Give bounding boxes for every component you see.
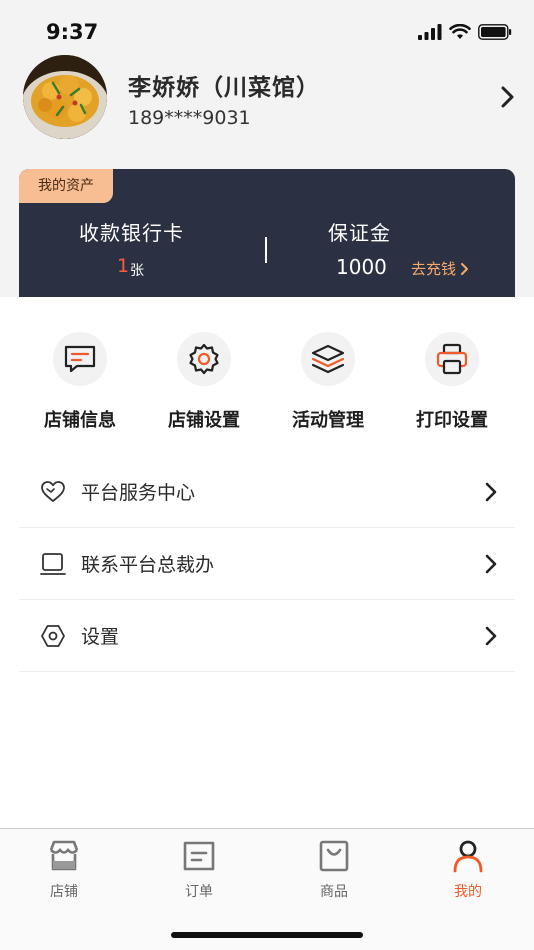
gear-icon [177, 332, 231, 386]
tab-label: 商品 [320, 884, 348, 900]
store-name: 李娇娇（川菜馆） [128, 75, 320, 101]
chevron-right-icon[interactable] [494, 83, 520, 111]
layers-icon [301, 332, 355, 386]
assets-card: 我的资产 收款银行卡 1 张 保证金 1000 去充钱 [19, 169, 515, 297]
chevron-right-icon [485, 482, 497, 501]
laptop-icon [39, 550, 67, 578]
food-photo-icon [23, 55, 107, 139]
shortcut-activity-management[interactable]: 活动管理 [268, 332, 388, 432]
heart-icon [39, 478, 67, 506]
assets-tag: 我的资产 [19, 169, 113, 203]
deposit-label: 保证金 [328, 221, 391, 245]
shortcut-label: 店铺信息 [44, 410, 116, 431]
tab-store[interactable]: 店铺 [14, 839, 114, 901]
tab-mine[interactable]: 我的 [418, 839, 518, 901]
shortcut-store-settings[interactable]: 店铺设置 [144, 332, 264, 432]
battery-icon [478, 24, 512, 40]
tab-orders[interactable]: 订单 [149, 839, 249, 901]
avatar[interactable] [23, 55, 107, 139]
message-icon [53, 332, 107, 386]
printer-icon [425, 332, 479, 386]
phone-number: 189****9031 [128, 107, 251, 129]
menu-platform-service-center[interactable]: 平台服务中心 [19, 456, 515, 528]
tab-label: 我的 [454, 884, 482, 900]
deposit-amount: 1000 [336, 255, 387, 279]
tab-products[interactable]: 商品 [284, 839, 384, 901]
hexagon-nut-icon [39, 622, 67, 650]
menu-label: 平台服务中心 [81, 482, 196, 504]
shortcut-label: 活动管理 [292, 410, 364, 431]
status-icons [418, 24, 512, 40]
recharge-label: 去充钱 [411, 260, 457, 278]
shortcut-print-settings[interactable]: 打印设置 [392, 332, 512, 432]
bank-card-label[interactable]: 收款银行卡 [79, 217, 184, 246]
store-icon [49, 840, 79, 871]
chevron-right-icon [461, 262, 469, 275]
bag-icon [319, 840, 349, 872]
signal-icon [418, 24, 442, 40]
bank-card-count: 1 [117, 255, 130, 277]
tab-label: 订单 [185, 884, 213, 900]
shortcut-label: 打印设置 [416, 410, 488, 431]
chevron-right-icon [485, 626, 497, 645]
person-icon [453, 840, 483, 873]
menu-settings[interactable]: 设置 [19, 600, 515, 672]
wifi-icon [449, 24, 471, 39]
chevron-right-icon [485, 554, 497, 573]
menu-label: 设置 [81, 626, 120, 648]
menu-label: 联系平台总裁办 [81, 554, 215, 576]
recharge-link[interactable]: 去充钱 [411, 258, 469, 279]
menu-contact-ceo-office[interactable]: 联系平台总裁办 [19, 528, 515, 600]
shortcut-store-info[interactable]: 店铺信息 [20, 332, 140, 432]
order-icon [183, 841, 215, 871]
assets-divider [265, 237, 267, 263]
bank-card-unit: 张 [130, 263, 144, 279]
tab-label: 店铺 [50, 884, 78, 900]
status-time: 9:37 [46, 20, 99, 44]
home-indicator [171, 932, 363, 938]
shortcut-label: 店铺设置 [168, 410, 240, 431]
